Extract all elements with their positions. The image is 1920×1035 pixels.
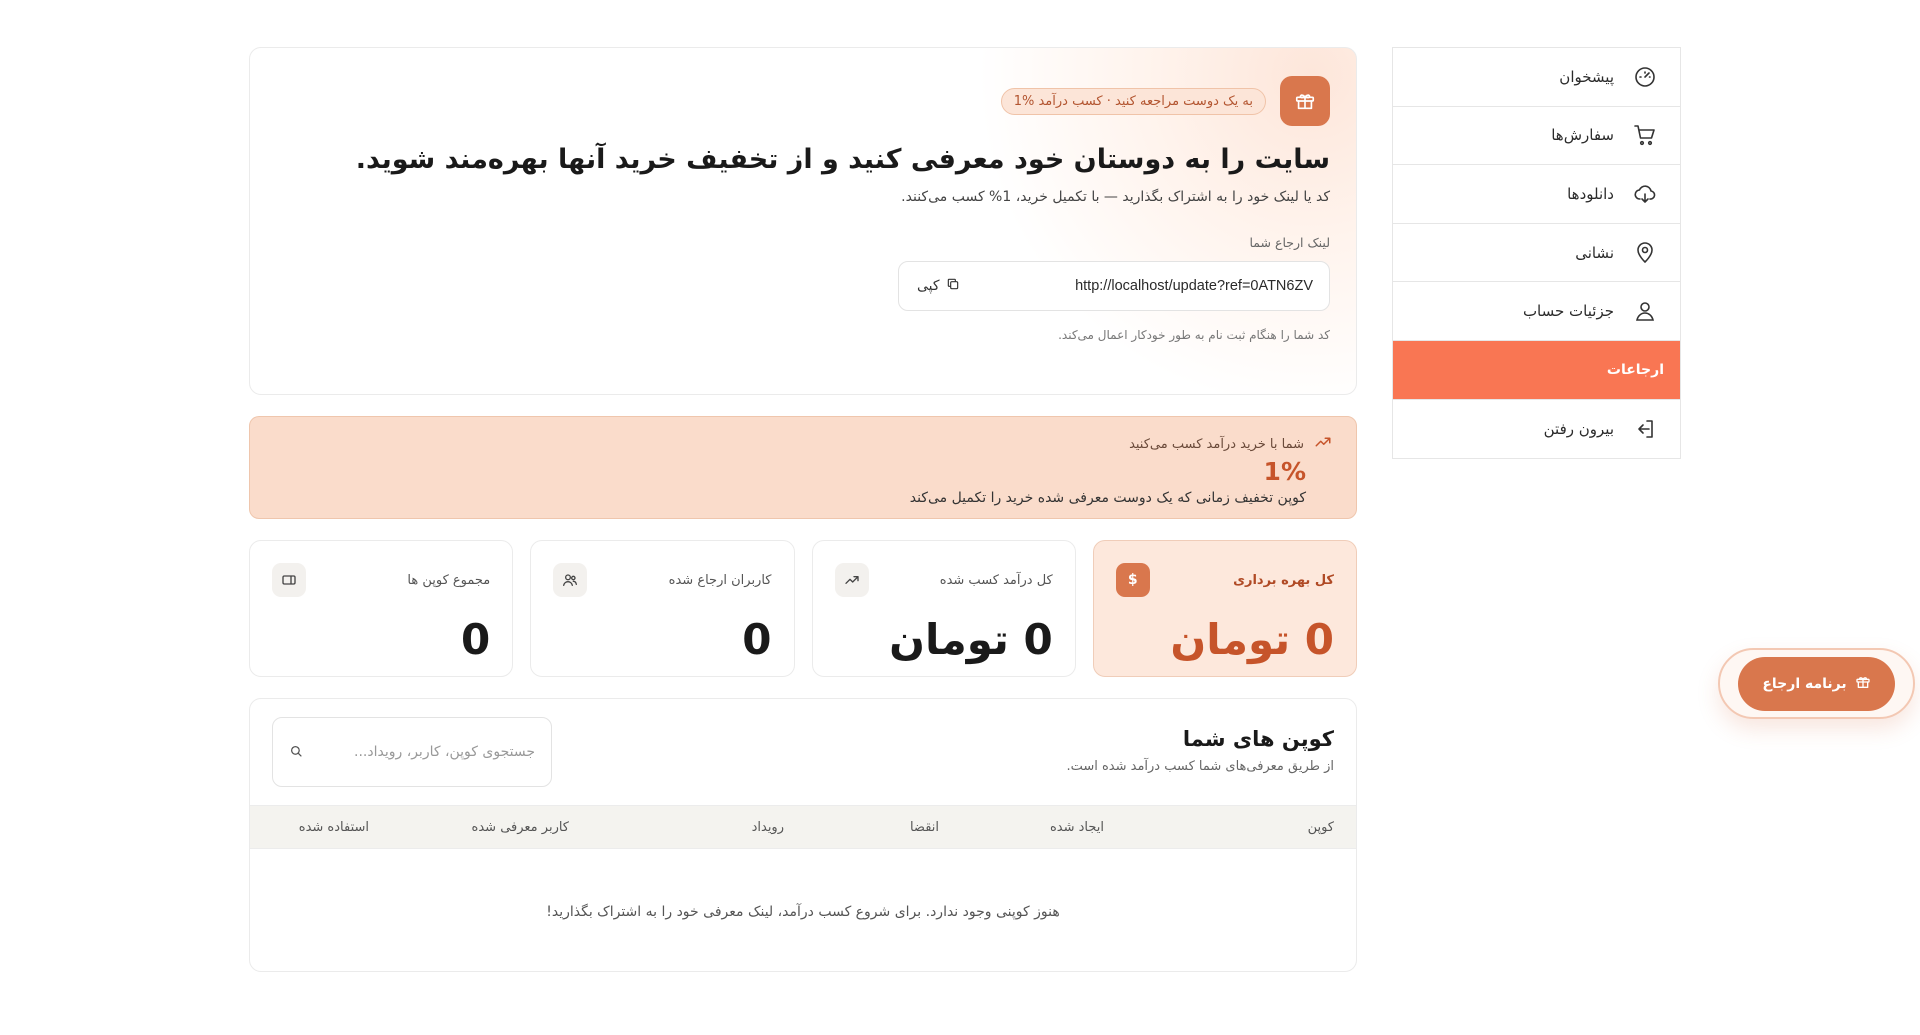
cloud-download-icon [1632, 181, 1658, 207]
sidebar-item-label: جزئیات حساب [1522, 302, 1614, 321]
user-icon [1632, 298, 1658, 324]
referral-program-fab-ring: برنامه ارجاع [1718, 648, 1915, 719]
account-sidebar: پیشخوان سفارش‌ها دانلودها نشانی جزئیات ح… [1392, 47, 1681, 460]
page-title: سایت را به دوستان خود معرفی کنید و از تخ… [355, 144, 1330, 175]
coupons-table-header: کوپن ایجاد شده انقضا رویداد کاربر معرفی … [250, 805, 1356, 849]
empty-state-message: هنوز کوپنی وجود ندارد. برای شروع کسب درآ… [546, 904, 1060, 920]
users-icon [553, 563, 588, 597]
cart-icon [1632, 122, 1658, 148]
trend-up-icon [1314, 433, 1332, 455]
stat-label: کل درآمد کسب شده [939, 572, 1053, 588]
earnings-banner: شما با خرید درآمد کسب می‌کنید 1% کوپن تخ… [249, 416, 1357, 519]
location-pin-icon [1632, 240, 1658, 266]
stat-card-referred-users: کاربران ارجاع شده 0 [530, 540, 795, 677]
sidebar-item-account-details[interactable]: جزئیات حساب [1393, 282, 1680, 341]
stat-value: 0 [461, 615, 491, 664]
referral-program-label: برنامه ارجاع [1762, 675, 1847, 692]
column-header-event[interactable]: رویداد [569, 820, 784, 835]
column-header-coupon[interactable]: کوپن [1104, 820, 1334, 835]
search-icon [289, 743, 303, 762]
column-header-expires[interactable]: انقضا [784, 820, 939, 835]
stat-card-total-earned: کل درآمد کسب شده 0 تومان [811, 540, 1076, 677]
coupons-subtitle: از طریق معرفی‌های شما کسب درآمد شده است. [1066, 759, 1334, 774]
earnings-description: کوپن تخفیف زمانی که یک دوست معرفی شده خر… [909, 490, 1306, 506]
gift-icon [1280, 76, 1330, 126]
gift-icon [1855, 674, 1871, 694]
coupons-heading: کوپن های شما از طریق معرفی‌های شما کسب د… [1066, 717, 1334, 774]
referral-hero-card: به یک دوست مراجعه کنید · کسب درآمد %1 سا… [249, 47, 1357, 395]
referral-note: کد شما را هنگام ثبت نام به طور خودکار اع… [1058, 328, 1330, 342]
dollar-icon: $ [1115, 563, 1150, 597]
stat-value: 0 تومان [1170, 615, 1334, 664]
coupon-search[interactable] [272, 717, 552, 787]
sidebar-item-logout[interactable]: بیرون رفتن [1393, 400, 1680, 459]
hero-subtitle: کد یا لینک خود را به اشتراک بگذارید — با… [901, 189, 1330, 205]
trend-up-icon [834, 563, 869, 597]
sidebar-item-label: بیرون رفتن [1543, 419, 1614, 438]
referrals-main: به یک دوست مراجعه کنید · کسب درآمد %1 سا… [249, 47, 1357, 972]
speedometer-icon [1632, 64, 1658, 90]
sidebar-item-orders[interactable]: سفارش‌ها [1393, 107, 1680, 166]
stat-value: 0 [742, 615, 772, 664]
ticket-icon [272, 563, 306, 597]
earnings-label: شما با خرید درآمد کسب می‌کنید [1129, 436, 1304, 452]
stat-card-total-payout: کل بهره برداری $ 0 تومان [1092, 540, 1357, 677]
sidebar-item-label: نشانی [1575, 243, 1614, 262]
sidebar-item-label: ارجاعات [1606, 361, 1664, 378]
sidebar-item-label: سفارش‌ها [1551, 126, 1614, 145]
coupons-title: کوپن های شما [1182, 727, 1334, 751]
coupon-search-input[interactable] [313, 744, 535, 760]
sidebar-item-downloads[interactable]: دانلودها [1393, 165, 1680, 224]
copy-button-label: کپی [917, 278, 940, 294]
logout-icon [1632, 416, 1658, 442]
referral-program-button[interactable]: برنامه ارجاع [1738, 656, 1895, 711]
stat-label: کاربران ارجاع شده [668, 572, 772, 588]
column-header-created[interactable]: ایجاد شده [939, 820, 1104, 835]
sidebar-item-referrals[interactable]: ارجاعات [1393, 340, 1680, 400]
column-header-used[interactable]: استفاده شده [299, 820, 369, 835]
copy-icon [946, 277, 960, 295]
referral-promo-badge: به یک دوست مراجعه کنید · کسب درآمد %1 [1000, 87, 1266, 115]
sidebar-item-label: پیشخوان [1559, 67, 1614, 86]
sidebar-item-dashboard[interactable]: پیشخوان [1393, 48, 1680, 107]
earnings-percent: 1% [1263, 457, 1306, 486]
column-header-referred-user[interactable]: کاربر معرفی شده [369, 820, 569, 835]
copy-link-button[interactable]: کپی [917, 277, 960, 295]
hero-header: به یک دوست مراجعه کنید · کسب درآمد %1 [276, 76, 1330, 126]
referral-link-field[interactable]: http://localhost/update?ref=0ATN6ZV کپی [898, 261, 1330, 311]
sidebar-item-address[interactable]: نشانی [1393, 224, 1680, 283]
stat-card-total-coupons: مجموع کوپن ها 0 [249, 540, 514, 677]
referral-link-label: لینک ارجاع شما [1249, 235, 1331, 250]
coupons-card: کوپن های شما از طریق معرفی‌های شما کسب د… [249, 698, 1357, 972]
stat-label: مجموع کوپن ها [407, 572, 491, 588]
stat-value: 0 تومان [889, 615, 1053, 664]
stats-row: کل بهره برداری $ 0 تومان کل درآمد کسب شد… [249, 540, 1357, 677]
sidebar-item-label: دانلودها [1567, 184, 1614, 203]
referral-link-value[interactable]: http://localhost/update?ref=0ATN6ZV [1075, 278, 1313, 294]
stat-label: کل بهره برداری [1233, 572, 1334, 588]
